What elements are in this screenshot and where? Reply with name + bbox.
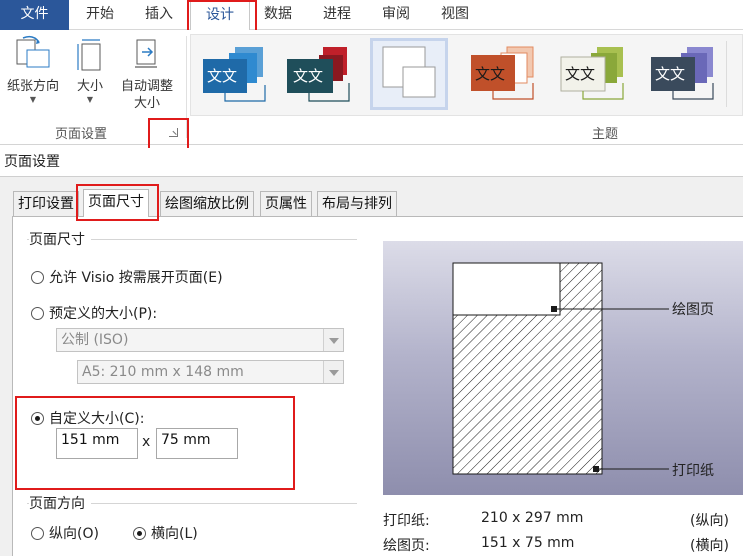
chevron-down-icon — [323, 361, 343, 383]
chevron-down-icon — [323, 329, 343, 351]
theme-sample-text: 文文 — [655, 65, 685, 83]
page-setup-group-label: 页面设置 — [54, 127, 107, 142]
predefined-category-select[interactable]: 公制 (ISO) — [56, 328, 344, 352]
theme-sample-text: 文文 — [475, 65, 505, 83]
portrait-option[interactable]: 纵向(O) — [31, 523, 99, 543]
tab-process[interactable]: 进程 — [309, 0, 365, 30]
tab-drawing-scale[interactable]: 绘图缩放比例 — [160, 191, 254, 216]
custom-size-option-label: 自定义大小(C): — [49, 411, 145, 427]
theme-option-selected[interactable] — [370, 38, 448, 110]
theme-option[interactable]: 文文 — [647, 41, 719, 107]
theme-option[interactable]: 文文 — [283, 41, 355, 107]
predefined-size-value: A5: 210 mm x 148 mm — [82, 364, 244, 380]
drawing-orientation-value: (横向) — [690, 538, 729, 554]
orientation-label: 纸张方向 — [6, 79, 59, 94]
predefined-size-option[interactable]: 预定义的大小(P): — [31, 303, 157, 323]
gallery-scroll[interactable] — [726, 41, 738, 107]
size-icon — [77, 39, 101, 71]
tab-layout-routing[interactable]: 布局与排列 — [317, 191, 397, 216]
dialog-title: 页面设置 — [0, 148, 743, 176]
tab-home[interactable]: 开始 — [72, 0, 128, 30]
page-setup-launcher-icon[interactable] — [169, 128, 178, 137]
theme-sample-text: 文文 — [207, 67, 237, 85]
theme-sample-text: 文文 — [293, 67, 323, 85]
tab-design[interactable]: 设计 — [190, 0, 250, 31]
auto-size-label-line1: 自动调整 — [120, 79, 173, 94]
auto-size-icon — [135, 39, 157, 68]
orientation-caret-icon: ▼ — [29, 95, 37, 104]
auto-size-button[interactable]: 自动调整 大小 — [114, 34, 180, 112]
dialog-title-text: 页面设置 — [4, 154, 60, 170]
tab-insert[interactable]: 插入 — [131, 0, 187, 30]
size-button[interactable]: 大小 ▼ — [68, 34, 112, 105]
printer-paper-marker — [593, 466, 599, 472]
theme-option[interactable]: 文文 — [557, 41, 629, 107]
page-preview — [383, 241, 743, 495]
drawing-page-callout: 绘图页 — [672, 302, 714, 318]
orientation-icon — [16, 35, 50, 68]
landscape-radio[interactable] — [133, 526, 146, 540]
drawing-page-shape — [452, 262, 561, 316]
page-size-section-title: 页面尺寸 — [29, 229, 91, 249]
tab-view[interactable]: 视图 — [427, 0, 483, 30]
tab-data[interactable]: 数据 — [250, 0, 306, 30]
tab-review[interactable]: 审阅 — [368, 0, 424, 30]
theme-option[interactable]: 文文 — [467, 41, 539, 107]
ribbon-tab-bar: 文件 开始 插入 设计 数据 进程 审阅 视图 — [0, 0, 743, 31]
landscape-option[interactable]: 横向(L) — [133, 523, 198, 543]
drawing-page-marker — [551, 306, 557, 312]
paper-label: 打印纸: — [383, 513, 430, 529]
predefined-category-value: 公制 (ISO) — [61, 332, 129, 348]
custom-size-option[interactable]: 自定义大小(C): — [31, 408, 144, 428]
orientation-section-title: 页面方向 — [29, 493, 91, 513]
auto-size-radio[interactable] — [31, 270, 44, 284]
portrait-radio[interactable] — [31, 526, 44, 540]
predefined-size-option-label: 预定义的大小(P): — [49, 306, 158, 322]
group-separator — [186, 36, 187, 138]
themes-gallery: 文文 文文 文文 文文 文文 — [190, 34, 743, 116]
custom-height-field[interactable]: 75 mm — [156, 428, 238, 459]
paper-orientation-value: (纵向) — [690, 513, 729, 529]
drawing-label: 绘图页: — [383, 538, 430, 554]
predefined-size-radio[interactable] — [31, 306, 44, 320]
dimension-separator: x — [142, 434, 151, 450]
tab-file[interactable]: 文件 — [0, 0, 69, 30]
portrait-option-label: 纵向(O) — [49, 526, 99, 542]
tab-print-setup[interactable]: 打印设置 — [13, 191, 79, 216]
landscape-option-label: 横向(L) — [151, 526, 198, 542]
tab-page-size[interactable]: 页面尺寸 — [83, 189, 149, 217]
custom-width-field[interactable]: 151 mm — [56, 428, 138, 459]
tab-page-properties[interactable]: 页属性 — [260, 191, 312, 216]
auto-size-option[interactable]: 允许 Visio 按需展开页面(E) — [31, 267, 223, 287]
custom-size-radio[interactable] — [31, 411, 44, 425]
ribbon-body: 纸张方向 ▼ 大小 ▼ 自动调整 大小 页面设置 文文 文文 文文 文文 文文 … — [0, 30, 743, 145]
printer-paper-callout: 打印纸 — [672, 463, 714, 479]
theme-option[interactable]: 文文 — [199, 41, 271, 107]
size-caret-icon: ▼ — [86, 95, 94, 104]
preview-diagram — [452, 262, 669, 475]
theme-group-label: 主题 — [591, 127, 618, 142]
size-label: 大小 — [76, 79, 103, 94]
orientation-button[interactable]: 纸张方向 ▼ — [2, 34, 64, 105]
paper-size-value: 210 x 297 mm — [481, 510, 584, 526]
drawing-size-value: 151 x 75 mm — [481, 535, 575, 551]
predefined-size-select[interactable]: A5: 210 mm x 148 mm — [77, 360, 344, 384]
auto-size-option-label: 允许 Visio 按需展开页面(E) — [49, 270, 223, 286]
theme-sample-text: 文文 — [565, 65, 595, 83]
page-setup-dialog: 打印设置 页面尺寸 绘图缩放比例 页属性 布局与排列 页面尺寸 允许 Visio… — [0, 176, 743, 556]
auto-size-label-line2: 大小 — [133, 96, 160, 111]
